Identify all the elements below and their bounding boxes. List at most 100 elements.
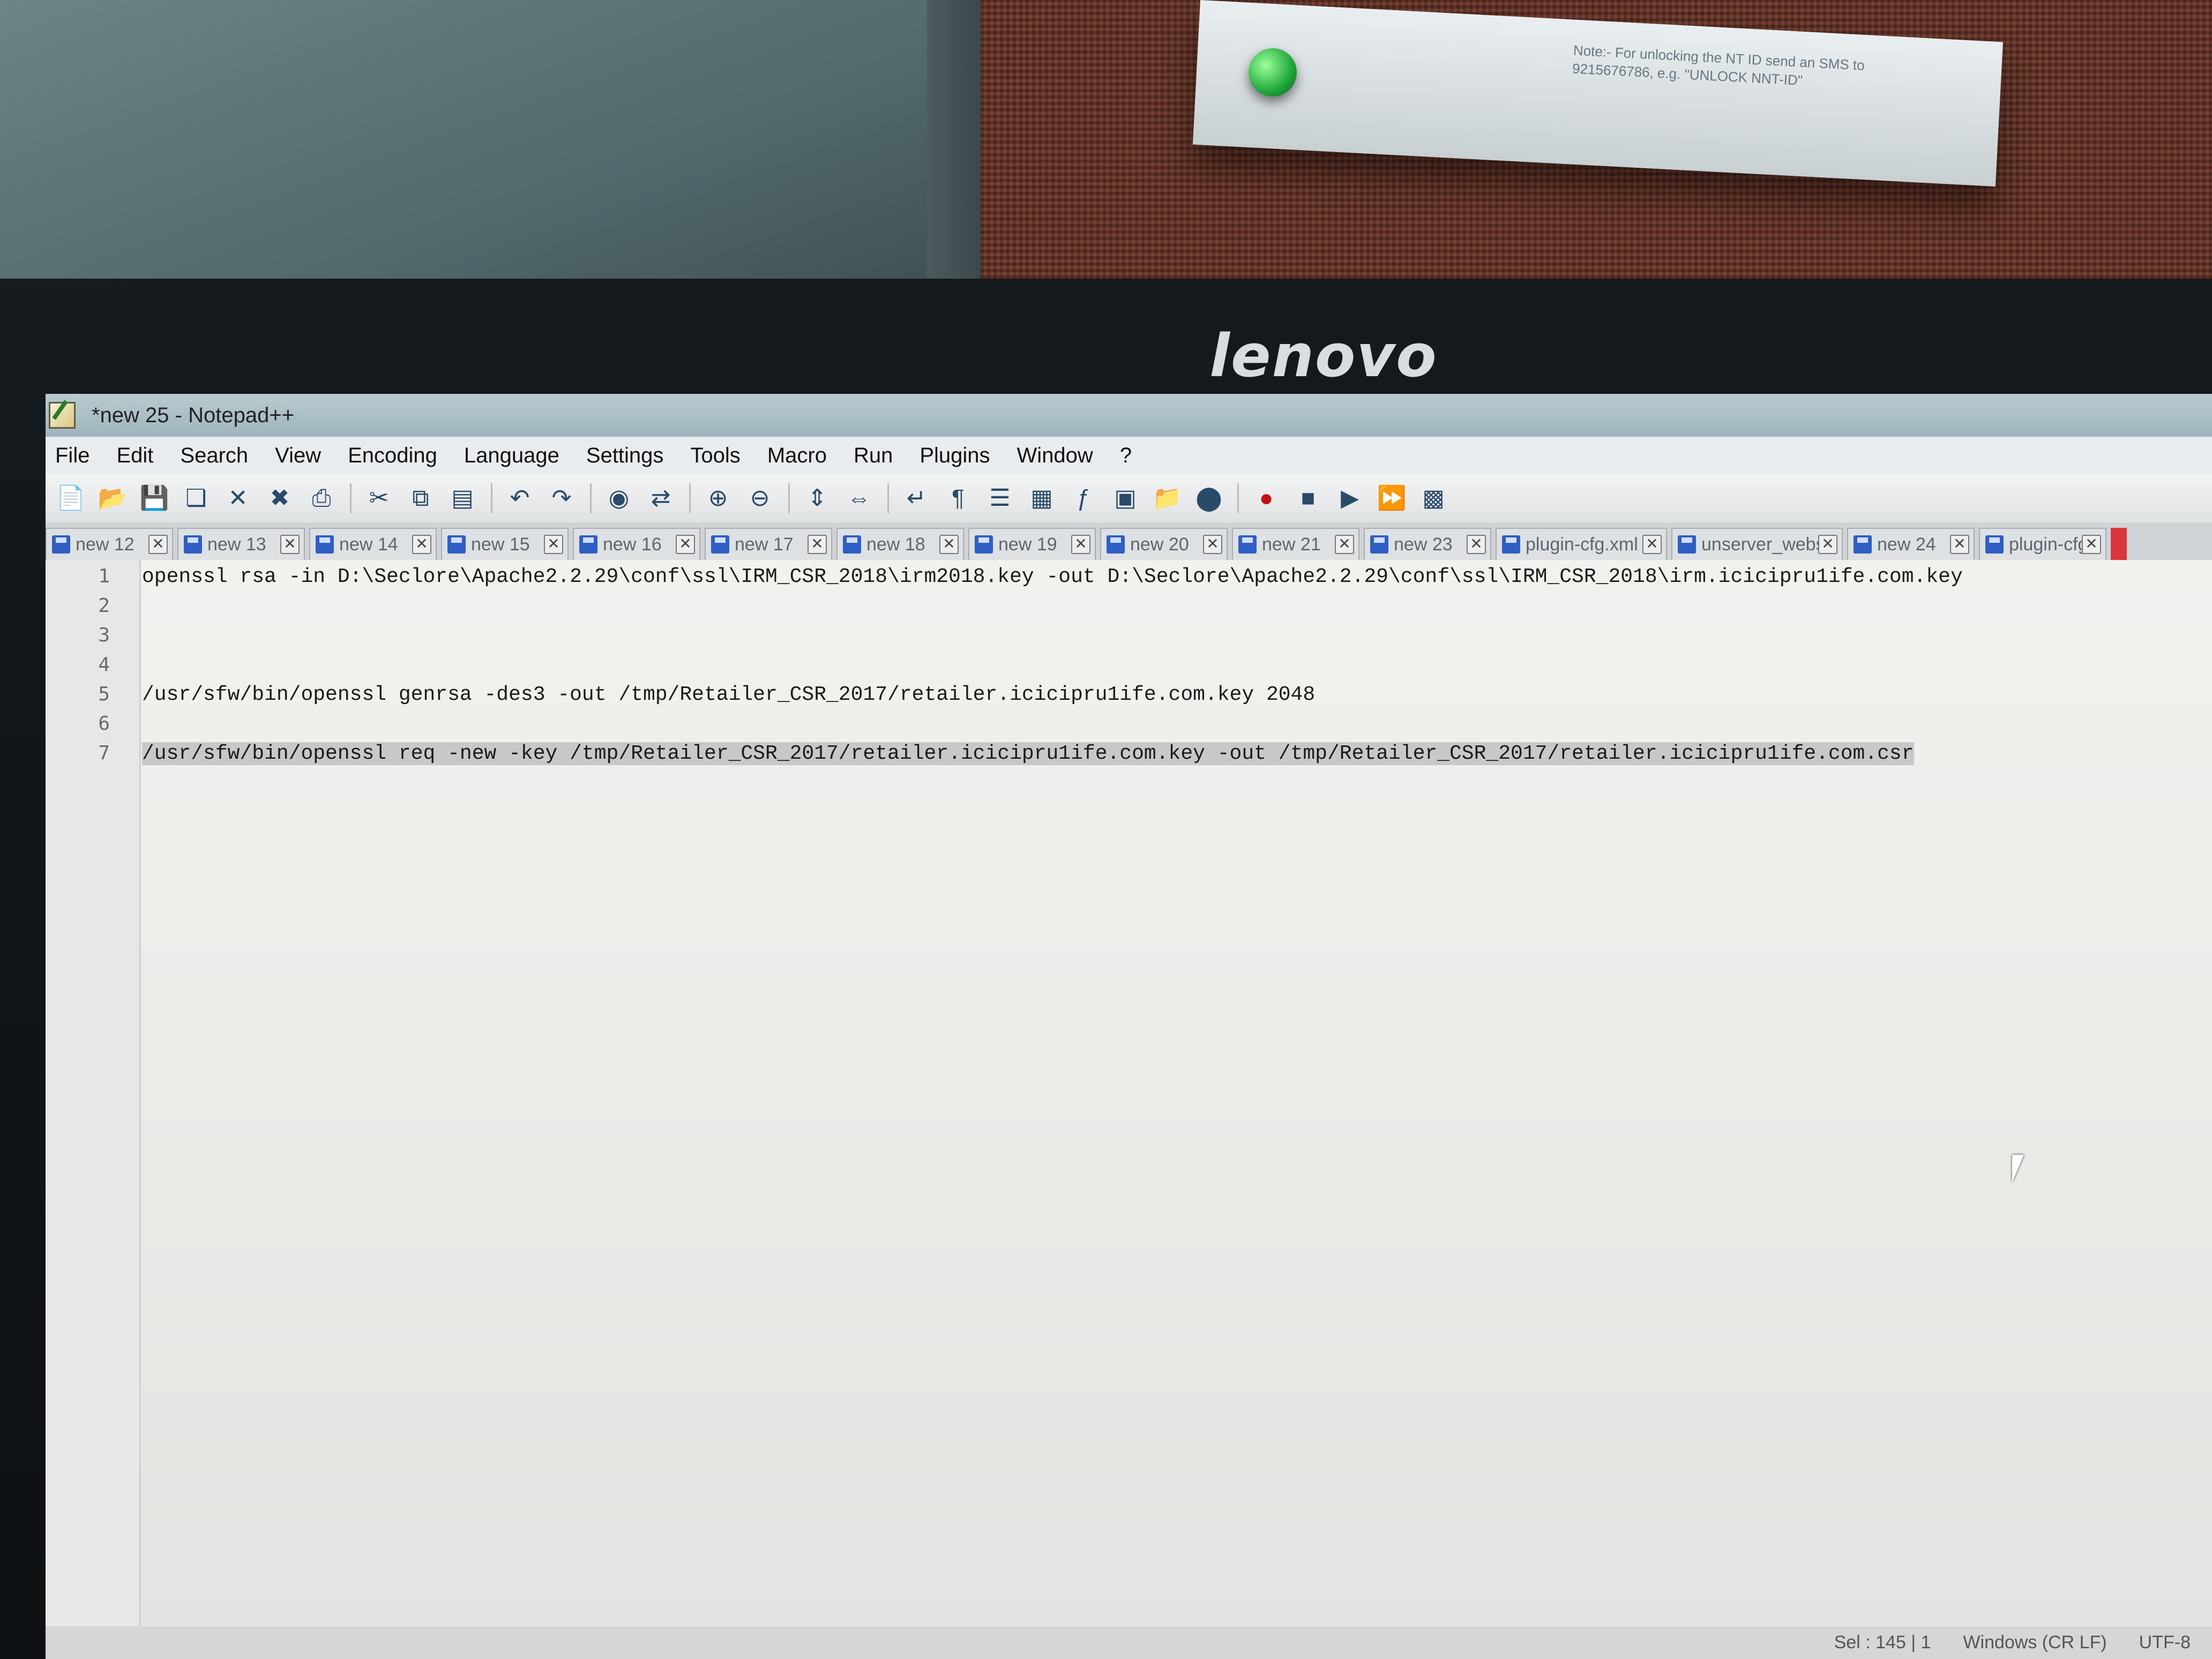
tab-close-icon[interactable]: ✕ (1335, 535, 1354, 554)
close-all-icon[interactable]: ✖ (264, 483, 295, 514)
editor-area[interactable]: 1 2 3 4 5 6 7 openssl rsa -in D:\Seclore… (46, 560, 2212, 1626)
menu-tools[interactable]: Tools (690, 444, 740, 468)
menu-window[interactable]: Window (1017, 444, 1093, 468)
code-line-1[interactable]: openssl rsa -in D:\Seclore\Apache2.2.29\… (142, 565, 1963, 588)
save-all-icon[interactable]: ❏ (181, 483, 212, 514)
tab-new-12[interactable]: new 12 ✕ (46, 528, 173, 560)
tab-new-14[interactable]: new 14 ✕ (309, 528, 437, 560)
folder-workspace-icon[interactable]: 📁 (1152, 483, 1183, 514)
status-bar: Sel : 145 | 1 Windows (CR LF) UTF-8 (46, 1626, 2212, 1659)
sync-horizontal-icon[interactable]: ⇔ (843, 483, 875, 514)
menu-search[interactable]: Search (180, 444, 248, 468)
pushpin (1249, 48, 1297, 96)
tab-close-icon[interactable]: ✕ (148, 535, 168, 554)
menu-bar: File Edit Search View Encoding Language … (46, 437, 2212, 474)
tab-close-icon[interactable]: ✕ (939, 535, 959, 554)
zoom-out-icon[interactable]: ⊖ (744, 483, 775, 514)
stop-macro-icon[interactable]: ■ (1292, 483, 1324, 514)
line-number: 2 (98, 595, 110, 617)
tab-close-icon[interactable]: ✕ (2082, 535, 2101, 554)
redo-icon[interactable]: ↷ (546, 483, 577, 514)
play-macro-icon[interactable]: ▶ (1334, 483, 1365, 514)
tab-label: plugin-cfg.xml (1526, 534, 1638, 555)
doc-map-icon[interactable]: ▦ (1026, 483, 1057, 514)
udl-icon[interactable]: ▣ (1110, 483, 1141, 514)
tab-plugin-cfg-xml-2[interactable]: plugin-cfg.xml✕ (1979, 528, 2106, 560)
find-icon[interactable]: ◉ (603, 483, 634, 514)
tab-close-icon[interactable]: ✕ (1818, 535, 1837, 554)
tab-close-icon[interactable]: ✕ (280, 535, 300, 554)
new-file-icon[interactable]: 📄 (55, 483, 86, 514)
menu-edit[interactable]: Edit (116, 444, 153, 468)
indent-guide-icon[interactable]: ☰ (984, 483, 1015, 514)
replace-icon[interactable]: ⇄ (645, 483, 676, 514)
tab-close-icon[interactable]: ✕ (1950, 535, 1969, 554)
tab-new-15[interactable]: new 15 ✕ (441, 528, 569, 560)
code-line-7-selected[interactable]: /usr/sfw/bin/openssl req -new -key /tmp/… (142, 742, 1914, 765)
tab-new-24[interactable]: new 24 ✕ (1847, 528, 1975, 560)
status-encoding[interactable]: UTF-8 (2139, 1632, 2191, 1653)
function-list-icon[interactable]: ƒ (1068, 483, 1099, 514)
tab-new-13[interactable]: new 13 ✕ (177, 528, 305, 560)
tab-new-21[interactable]: new 21 ✕ (1232, 528, 1359, 560)
save-icon[interactable]: 💾 (139, 483, 170, 514)
menu-file[interactable]: File (55, 444, 89, 468)
tab-plugin-cfg-xml[interactable]: plugin-cfg.xml ✕ (1496, 528, 1667, 560)
line-number: 1 (98, 565, 110, 587)
toolbar: 📄 📂 💾 ❏ ✕ ✖ ⎙ ✂ ⧉ ▤ ↶ ↷ ◉ ⇄ ⊕ ⊖ ⇕ ⇔ ↵ ¶ … (46, 474, 2212, 522)
menu-plugins[interactable]: Plugins (920, 444, 990, 468)
unsaved-file-icon (1854, 535, 1872, 554)
unsaved-file-icon (52, 535, 70, 554)
paste-icon[interactable]: ▤ (447, 483, 478, 514)
tab-label: new 13 (207, 534, 266, 555)
saved-file-icon (1502, 535, 1520, 554)
line-number: 3 (98, 624, 110, 646)
tab-new-16[interactable]: new 16 ✕ (573, 528, 700, 560)
title-bar[interactable]: *new 25 - Notepad++ (46, 394, 2212, 437)
menu-view[interactable]: View (275, 444, 321, 468)
menu-run[interactable]: Run (854, 444, 893, 468)
sync-vertical-icon[interactable]: ⇕ (802, 483, 833, 514)
menu-macro[interactable]: Macro (767, 444, 827, 468)
open-file-icon[interactable]: 📂 (97, 483, 128, 514)
tab-close-icon[interactable]: ✕ (676, 535, 695, 554)
word-wrap-icon[interactable]: ↵ (901, 483, 932, 514)
tab-close-icon[interactable]: ✕ (544, 535, 563, 554)
menu-language[interactable]: Language (464, 444, 559, 468)
record-macro-icon[interactable]: ● (1251, 483, 1282, 514)
monitor-icon[interactable]: ⬤ (1193, 483, 1224, 514)
cut-icon[interactable]: ✂ (363, 483, 394, 514)
menu-settings[interactable]: Settings (586, 444, 664, 468)
tab-overflow-indicator[interactable] (2111, 528, 2127, 560)
tab-close-icon[interactable]: ✕ (1642, 535, 1662, 554)
tab-close-icon[interactable]: ✕ (808, 535, 827, 554)
tab-close-icon[interactable]: ✕ (1203, 535, 1222, 554)
status-eol[interactable]: Windows (CR LF) (1963, 1632, 2106, 1653)
close-icon[interactable]: ✕ (222, 483, 253, 514)
tab-close-icon[interactable]: ✕ (1467, 535, 1486, 554)
screen: *new 25 - Notepad++ File Edit Search Vie… (46, 394, 2212, 1659)
tab-close-icon[interactable]: ✕ (412, 535, 431, 554)
zoom-in-icon[interactable]: ⊕ (703, 483, 734, 514)
tab-new-19[interactable]: new 19 ✕ (968, 528, 1096, 560)
tab-unserver-webserver[interactable]: unserver_webserver✕ (1671, 528, 1843, 560)
tab-new-17[interactable]: new 17 ✕ (705, 528, 832, 560)
show-all-chars-icon[interactable]: ¶ (943, 483, 974, 514)
tab-new-20[interactable]: new 20 ✕ (1100, 528, 1228, 560)
tab-new-18[interactable]: new 18 ✕ (836, 528, 964, 560)
copy-icon[interactable]: ⧉ (405, 483, 436, 514)
toolbar-separator (689, 483, 691, 513)
menu-help[interactable]: ? (1120, 444, 1132, 468)
tab-label: new 14 (339, 534, 398, 555)
undo-icon[interactable]: ↶ (504, 483, 535, 514)
print-icon[interactable]: ⎙ (306, 483, 337, 514)
unsaved-file-icon (579, 535, 597, 554)
tab-label: new 24 (1877, 534, 1936, 555)
code-line-5[interactable]: /usr/sfw/bin/openssl genrsa -des3 -out /… (142, 683, 1315, 706)
menu-encoding[interactable]: Encoding (348, 444, 437, 468)
save-macro-icon[interactable]: ▩ (1418, 483, 1449, 514)
run-macro-multiple-icon[interactable]: ⏩ (1376, 483, 1407, 514)
tab-close-icon[interactable]: ✕ (1071, 535, 1090, 554)
tab-new-23[interactable]: new 23 ✕ (1364, 528, 1491, 560)
toolbar-separator (590, 483, 592, 513)
